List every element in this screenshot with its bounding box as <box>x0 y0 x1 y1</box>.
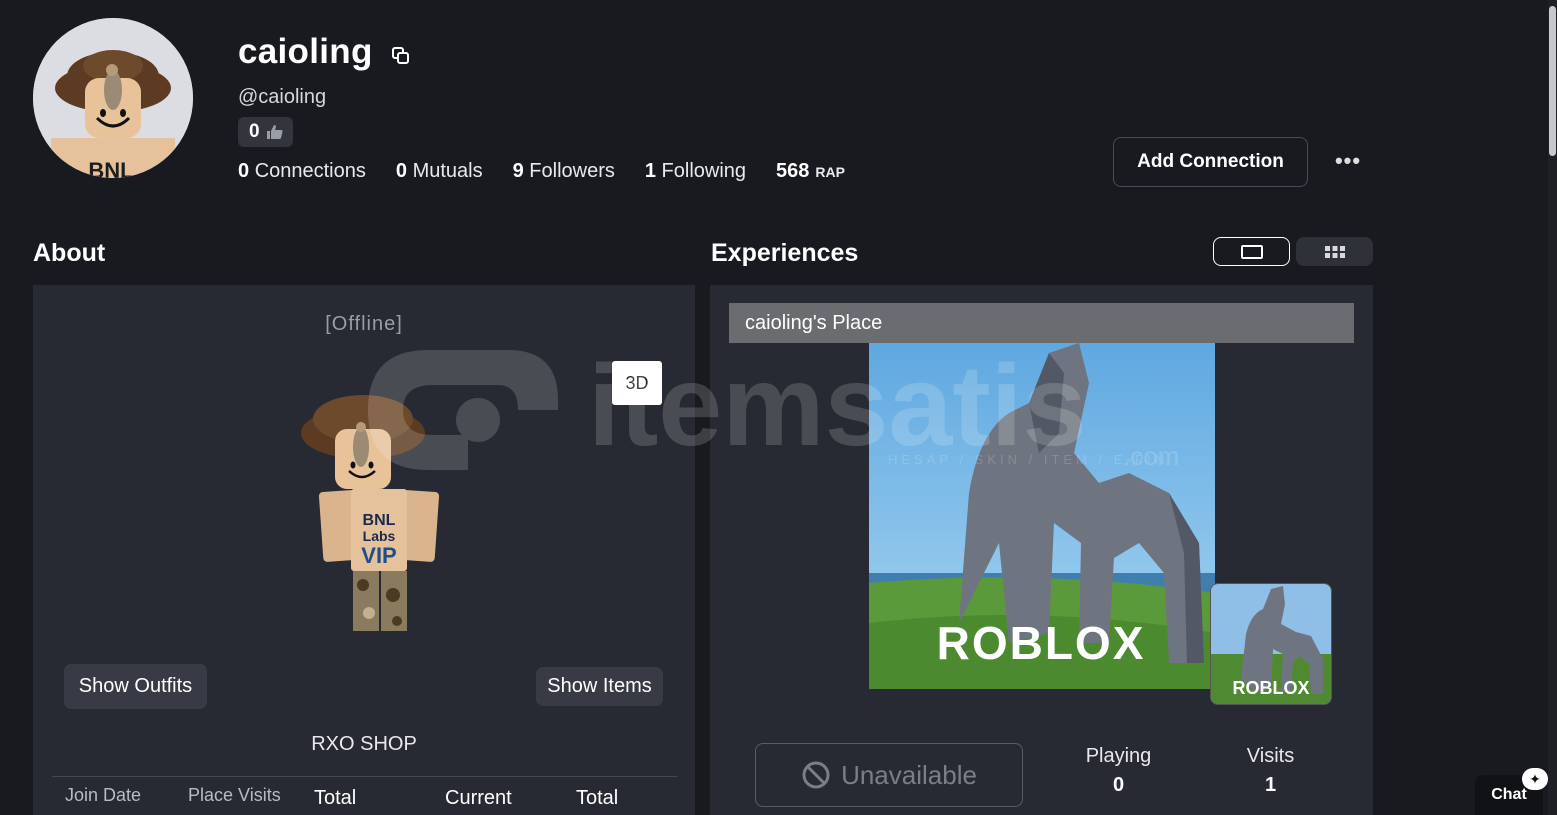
play-button-unavailable[interactable]: Unavailable <box>755 743 1023 807</box>
copy-icon[interactable] <box>389 44 413 68</box>
stat-followers[interactable]: 9 Followers <box>513 160 615 183</box>
place-title: caioling's Place <box>745 311 883 334</box>
visits-label: Visits <box>1246 745 1295 767</box>
place-thumbnail-small[interactable]: ROBLOX <box>1210 583 1332 705</box>
stat-header-current: Current <box>445 787 512 809</box>
show-items-button[interactable]: Show Items <box>536 667 663 706</box>
unavailable-label: Unavailable <box>841 759 977 790</box>
experiences-heading: Experiences <box>711 239 859 267</box>
stat-header-join-date: Join Date <box>65 785 142 805</box>
place-title-bar[interactable]: caioling's Place <box>729 303 1354 343</box>
like-badge[interactable]: 0 <box>238 117 293 147</box>
like-count: 0 <box>249 121 260 142</box>
add-connection-button[interactable]: Add Connection <box>1113 137 1308 187</box>
grid-view-icon <box>1324 245 1345 258</box>
more-options-button[interactable]: ••• <box>1333 148 1363 176</box>
avatar-headshot[interactable]: BNL <box>33 18 193 178</box>
avatar-headshot-image: BNL <box>33 18 193 178</box>
block-icon <box>802 761 830 789</box>
show-outfits-button[interactable]: Show Outfits <box>64 664 207 709</box>
thumbs-up-icon <box>266 125 283 139</box>
svg-text:ROBLOX: ROBLOX <box>1232 678 1309 698</box>
playing-label: Playing <box>1085 745 1152 767</box>
stat-header-total: Total <box>314 787 357 809</box>
place-thumbnail[interactable]: ROBLOX <box>869 343 1215 689</box>
avatar-full-body: BNL Labs VIP <box>273 385 463 655</box>
stat-rap: 568 RAP <box>776 160 845 182</box>
page-scrollbar-thumb[interactable] <box>1549 6 1556 156</box>
username: @caioling <box>238 86 327 108</box>
chat-sparkle-icon: ✦ <box>1522 768 1548 790</box>
single-view-icon <box>1240 244 1263 259</box>
view-grid-toggle[interactable] <box>1296 237 1373 266</box>
stat-header-total-2: Total <box>576 787 619 809</box>
stat-connections[interactable]: 0 Connections <box>238 160 366 183</box>
playing-stat: Playing 0 <box>1076 745 1161 797</box>
profile-stats: 0 Connections 0 Mutuals 9 Followers 1 Fo… <box>238 160 845 183</box>
svg-text:ROBLOX: ROBLOX <box>937 617 1146 669</box>
stat-following[interactable]: 1 Following <box>645 160 746 183</box>
experiences-panel: caioling's Place ROBLOX ROBLOX Unavailab… <box>710 285 1373 815</box>
about-panel: [Offline] 3D BNL Labs VIP Show Outfits S… <box>33 285 695 815</box>
svg-text:BNL: BNL <box>363 512 396 529</box>
view-slideshow-toggle[interactable] <box>1213 237 1290 266</box>
stat-mutuals[interactable]: 0 Mutuals <box>396 160 483 183</box>
about-divider <box>52 776 677 777</box>
chat-label: Chat <box>1491 786 1527 803</box>
profile-status-text: RXO SHOP <box>311 733 417 755</box>
about-heading: About <box>33 239 106 267</box>
visits-value: 1 <box>1264 774 1277 796</box>
svg-text:BNL: BNL <box>88 158 133 178</box>
svg-text:Labs: Labs <box>363 528 396 544</box>
view-3d-button[interactable]: 3D <box>612 361 662 405</box>
stat-header-place-visits: Place Visits <box>188 785 281 805</box>
svg-text:VIP: VIP <box>361 543 396 568</box>
visits-stat: Visits 1 <box>1228 745 1313 797</box>
playing-value: 0 <box>1112 774 1125 796</box>
presence-status: [Offline] <box>325 313 403 335</box>
display-name: caioling <box>238 32 373 71</box>
